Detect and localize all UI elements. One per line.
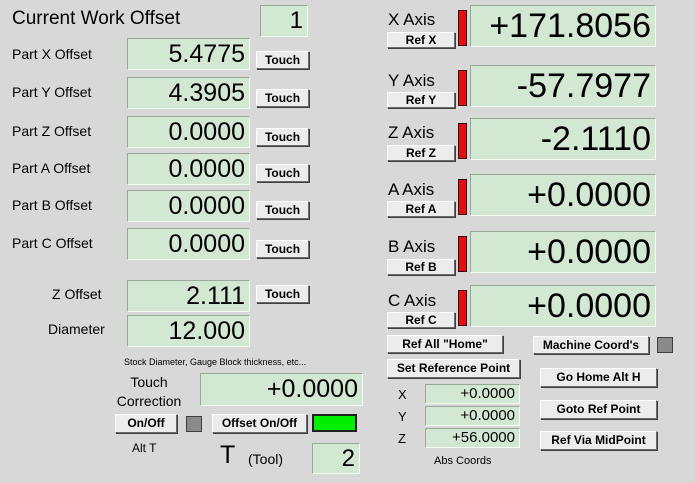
touch-a-button[interactable]: Touch [256,164,309,182]
c-axis-ref-led [458,290,467,326]
touch-y-button[interactable]: Touch [256,89,309,107]
part-z-offset-label: Part Z Offset [12,123,92,139]
touch-z-button[interactable]: Touch [256,128,309,146]
part-a-offset-dro[interactable]: 0.0000 [127,153,250,185]
alt-t-label: Alt T [132,441,157,455]
y-axis-ref-led [458,70,467,106]
abs-coords-label: Abs Coords [434,455,492,467]
part-y-offset-label: Part Y Offset [12,84,92,100]
a-axis-label: A Axis [388,180,435,199]
offset-active-led [312,414,357,432]
current-work-offset-title: Current Work Offset [12,8,181,29]
z-offset-label: Z Offset [52,286,102,302]
part-b-offset-label: Part B Offset [12,197,92,213]
part-c-offset-label: Part C Offset [12,235,93,251]
ref-y-button[interactable]: Ref Y [387,92,455,108]
diameter-dro[interactable]: 12.000 [127,315,250,347]
goto-ref-point-button[interactable]: Goto Ref Point [540,400,657,419]
y-axis-dro[interactable]: -57.7977 [470,65,656,107]
touch-correction-label-line2: Correction [116,393,182,409]
part-z-offset-dro[interactable]: 0.0000 [127,116,250,148]
abs-y-label: Y [398,409,407,424]
part-y-offset-dro[interactable]: 4.3905 [127,77,250,109]
b-axis-dro[interactable]: +0.0000 [470,231,656,273]
abs-x-label: X [398,387,407,402]
b-axis-ref-led [458,236,467,272]
tool-letter: T [220,441,236,469]
work-offset-dro[interactable]: 1 [260,5,308,37]
part-x-offset-dro[interactable]: 5.4775 [127,38,250,70]
ref-all-home-button[interactable]: Ref All "Home" [387,335,503,353]
on-off-button[interactable]: On/Off [115,414,177,433]
machine-coords-indicator [657,337,673,353]
diameter-label: Diameter [48,321,105,337]
c-axis-dro[interactable]: +0.0000 [470,285,656,327]
part-c-offset-dro[interactable]: 0.0000 [127,228,250,260]
ref-via-midpoint-button[interactable]: Ref Via MidPoint [540,431,657,450]
ref-c-button[interactable]: Ref C [387,312,455,328]
z-axis-label: Z Axis [388,123,435,142]
b-axis-label: B Axis [388,237,436,256]
x-axis-ref-led [458,10,467,46]
machine-coords-button[interactable]: Machine Coord's [533,336,649,354]
tool-dro[interactable]: 2 [312,443,360,474]
ref-x-button[interactable]: Ref X [387,32,455,48]
on-off-indicator [186,416,202,432]
touch-x-button[interactable]: Touch [256,51,309,69]
offset-on-off-button[interactable]: Offset On/Off [212,414,307,433]
part-b-offset-dro[interactable]: 0.0000 [127,190,250,222]
ref-b-button[interactable]: Ref B [387,259,455,275]
z-axis-ref-led [458,123,467,159]
ref-a-button[interactable]: Ref A [387,201,455,217]
set-reference-point-button[interactable]: Set Reference Point [387,359,520,378]
touch-b-button[interactable]: Touch [256,201,309,219]
a-axis-ref-led [458,179,467,215]
touch-correction-dro[interactable]: +0.0000 [200,373,363,406]
x-axis-label: X Axis [388,10,436,29]
abs-z-dro[interactable]: +56.0000 [425,428,520,448]
part-x-offset-label: Part X Offset [12,46,92,62]
abs-y-dro[interactable]: +0.0000 [425,406,520,426]
y-axis-label: Y Axis [388,71,435,90]
abs-x-dro[interactable]: +0.0000 [425,384,520,404]
go-home-alt-h-button[interactable]: Go Home Alt H [540,368,657,387]
touch-correction-label-line1: Touch [130,374,168,390]
stock-diameter-note: Stock Diameter, Gauge Block thickness, e… [124,357,307,367]
tool-label: (Tool) [248,451,284,467]
c-axis-label: C Axis [388,291,437,310]
ref-z-button[interactable]: Ref Z [387,145,455,161]
a-axis-dro[interactable]: +0.0000 [470,174,656,216]
part-a-offset-label: Part A Offset [12,160,91,176]
touch-z-offset-button[interactable]: Touch [256,285,309,303]
abs-z-label: Z [398,431,406,446]
x-axis-dro[interactable]: +171.8056 [470,5,656,47]
touch-c-button[interactable]: Touch [256,240,309,258]
z-offset-dro[interactable]: 2.111 [127,280,250,312]
z-axis-dro[interactable]: -2.1110 [470,118,656,160]
